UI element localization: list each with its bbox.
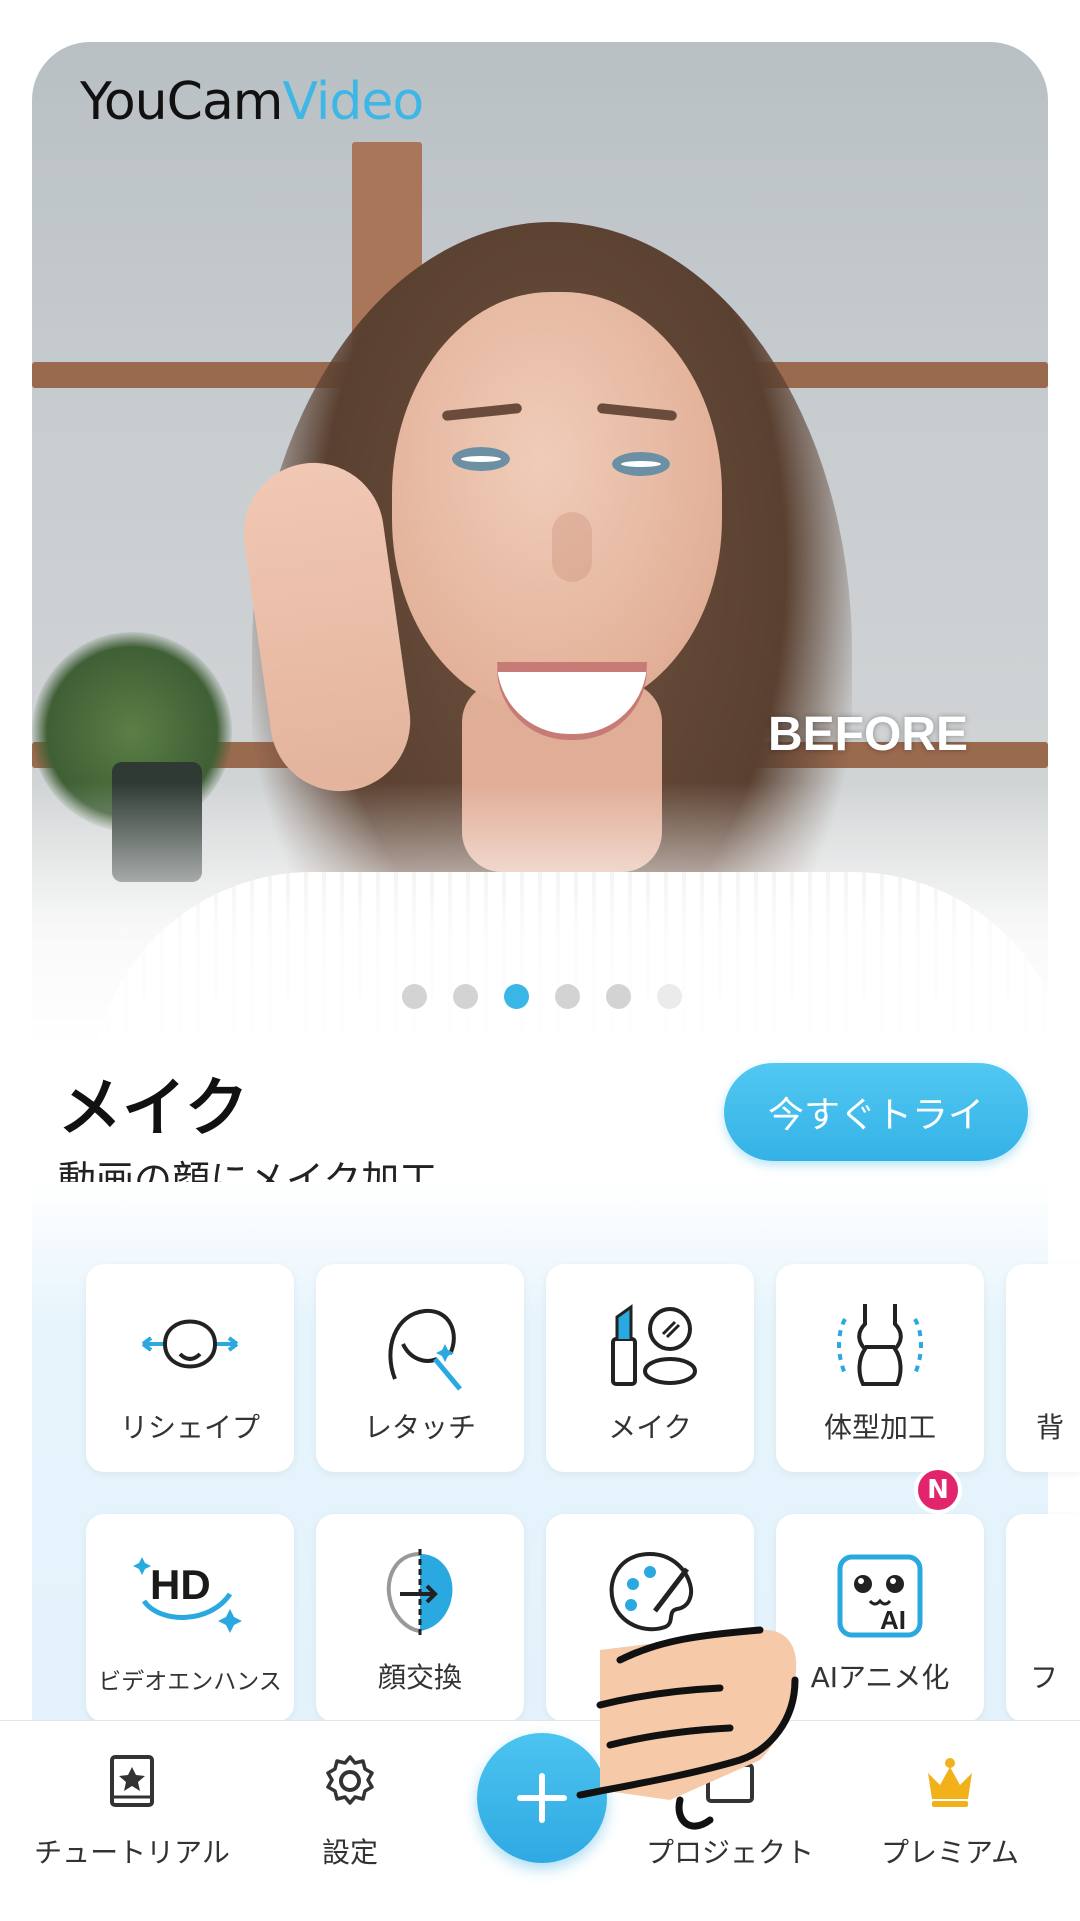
page-dot[interactable] bbox=[402, 984, 427, 1009]
model-eye-left bbox=[452, 447, 510, 471]
tool-label: リシェイプ bbox=[119, 1411, 260, 1444]
svg-text:AI: AI bbox=[880, 1605, 906, 1635]
new-badge: N bbox=[914, 1466, 962, 1514]
logo-secondary: Video bbox=[282, 72, 424, 132]
tool-label: メイク bbox=[608, 1411, 692, 1444]
tool-retouch[interactable]: レタッチ bbox=[316, 1264, 524, 1472]
tool-body-shape[interactable]: 体型加工 bbox=[776, 1264, 984, 1472]
logo-primary: YouCam bbox=[80, 72, 283, 132]
before-label: BEFORE bbox=[768, 708, 969, 761]
nav-label: 設定 bbox=[321, 1836, 378, 1869]
tool-label: 体型加工 bbox=[823, 1411, 936, 1444]
tool-makeup[interactable]: メイク bbox=[546, 1264, 754, 1472]
tool-label: フ bbox=[1030, 1661, 1059, 1694]
page-dot[interactable] bbox=[453, 984, 478, 1009]
tool-label: 背 bbox=[1036, 1411, 1065, 1444]
tool-label: レタッチ bbox=[363, 1411, 476, 1444]
nav-settings[interactable]: 設定 bbox=[250, 1721, 450, 1921]
tool-label: ビデオエンハンス bbox=[98, 1669, 282, 1695]
pointing-hand-icon bbox=[560, 1610, 820, 1844]
tool-partial[interactable]: フ bbox=[1006, 1514, 1080, 1722]
nav-tutorial[interactable]: チュートリアル bbox=[32, 1721, 232, 1921]
app-logo: YouCamVideo bbox=[80, 72, 424, 132]
model-face bbox=[392, 292, 722, 712]
model-eye-right bbox=[612, 452, 670, 476]
hero-banner[interactable]: YouCamVideo BEFORE bbox=[32, 42, 1048, 1042]
gear-icon bbox=[250, 1751, 450, 1811]
hd-enhance-icon: HD bbox=[86, 1534, 294, 1654]
page-dot[interactable] bbox=[555, 984, 580, 1009]
feature-title: メイク bbox=[58, 1072, 249, 1146]
tool-face-swap[interactable]: 顔交換 bbox=[316, 1514, 524, 1722]
nav-label: チュートリアル bbox=[34, 1836, 230, 1869]
page-dot[interactable] bbox=[606, 984, 631, 1009]
page-indicator bbox=[402, 984, 682, 1009]
makeup-icon bbox=[546, 1284, 754, 1404]
face-reshape-icon bbox=[86, 1284, 294, 1404]
svg-text:HD: HD bbox=[150, 1561, 211, 1608]
tutorial-book-icon bbox=[32, 1751, 232, 1811]
tool-video-enhance[interactable]: HD ビデオエンハンス bbox=[86, 1514, 294, 1722]
nav-label: プレミアム bbox=[880, 1836, 1020, 1869]
crown-icon bbox=[850, 1751, 1050, 1811]
page-dot-active[interactable] bbox=[504, 984, 529, 1009]
page-dot[interactable] bbox=[657, 984, 682, 1009]
body-shape-icon bbox=[776, 1284, 984, 1404]
nav-premium[interactable]: プレミアム bbox=[850, 1721, 1050, 1921]
tool-reshape[interactable]: リシェイプ bbox=[86, 1264, 294, 1472]
tool-label: 顔交換 bbox=[377, 1661, 462, 1694]
tool-background[interactable]: 背 bbox=[1006, 1264, 1080, 1472]
try-now-button[interactable]: 今すぐトライ bbox=[724, 1063, 1028, 1161]
model-nose bbox=[552, 512, 592, 582]
retouch-icon bbox=[316, 1284, 524, 1404]
face-swap-icon bbox=[316, 1534, 524, 1654]
